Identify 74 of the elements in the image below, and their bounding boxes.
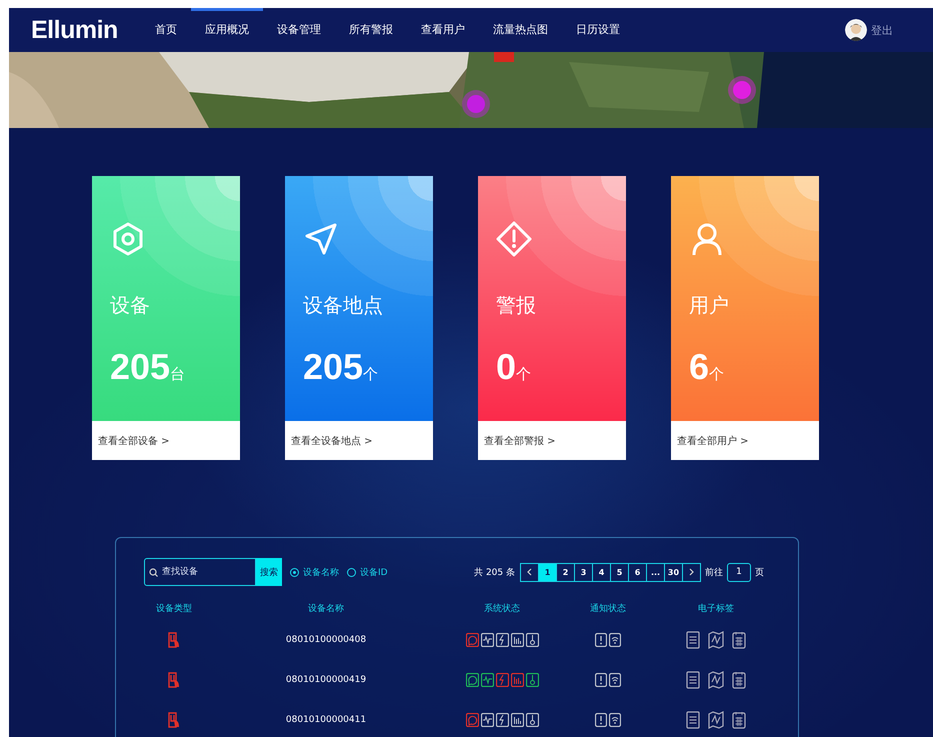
nav-tab[interactable]: 查看用户 xyxy=(407,8,479,52)
device-type-icon xyxy=(168,632,180,648)
page-button[interactable]: 5 xyxy=(611,564,629,580)
map-icon xyxy=(708,711,724,729)
column-header: 电子标签 xyxy=(697,602,735,616)
calendar-icon xyxy=(732,711,746,729)
count-unit: 台 xyxy=(170,365,186,384)
card-title: 用户 xyxy=(689,293,730,317)
page-input[interactable]: 1 xyxy=(727,562,751,582)
exclamation-icon xyxy=(595,633,607,647)
nav-tab[interactable]: 首页 xyxy=(141,8,191,52)
avatar-icon xyxy=(845,19,867,41)
warning-icon xyxy=(496,221,532,257)
column-header: 设备名称 xyxy=(307,602,345,616)
view-all-link[interactable]: 查看全部用户 > xyxy=(677,434,749,448)
column-header: 通知状态 xyxy=(589,602,627,616)
radio-button[interactable] xyxy=(290,568,299,576)
map-icon xyxy=(708,631,724,649)
logout-link[interactable]: 登出 xyxy=(871,22,893,38)
chevron-right-icon xyxy=(689,568,694,576)
goto-label: 前往 xyxy=(705,566,723,578)
device-type-icon xyxy=(168,672,180,688)
exclamation-icon xyxy=(595,713,607,727)
device-name: 08010100000419 xyxy=(284,674,368,687)
nav-tab[interactable]: 设备管理 xyxy=(263,8,335,52)
search-icon xyxy=(149,568,158,577)
search-button[interactable]: 搜索 xyxy=(256,558,282,586)
nav-tab[interactable]: 流量热点图 xyxy=(479,8,562,52)
count-value: 205 xyxy=(110,347,170,387)
document-icon xyxy=(686,671,700,689)
card-title: 设备 xyxy=(110,293,151,317)
calendar-icon xyxy=(732,671,746,689)
view-all-link[interactable]: 查看全部警报 > xyxy=(484,434,556,448)
page-button[interactable]: 4 xyxy=(593,564,611,580)
calendar-icon xyxy=(732,631,746,649)
radio-button[interactable] xyxy=(347,568,356,576)
document-icon xyxy=(686,711,700,729)
page-button[interactable]: 2 xyxy=(557,564,575,580)
page-button[interactable]: 6 xyxy=(629,564,647,580)
page-button[interactable]: 3 xyxy=(575,564,593,580)
arrow-pointer-icon xyxy=(303,221,339,257)
page-button[interactable]: 30 xyxy=(665,564,683,580)
column-header: 系统状态 xyxy=(483,602,521,616)
page-button[interactable]: 1 xyxy=(539,564,557,580)
column-header: 设备类型 xyxy=(155,602,193,616)
count-unit: 个 xyxy=(363,365,378,384)
view-all-link[interactable]: 查看全部设备 > xyxy=(98,434,170,448)
count-value: 205 xyxy=(303,347,364,387)
wifi-icon xyxy=(609,713,621,727)
nav-tab[interactable]: 所有警报 xyxy=(335,8,407,52)
map-icon xyxy=(708,671,724,689)
device-name: 08010100000411 xyxy=(284,714,368,727)
count-value: 0 xyxy=(496,347,516,387)
page-suffix: 页 xyxy=(755,566,764,578)
wifi-icon xyxy=(609,673,621,687)
wifi-icon xyxy=(609,633,621,647)
device-name: 08010100000408 xyxy=(284,634,368,647)
count-unit: 个 xyxy=(709,365,724,384)
exclamation-icon xyxy=(595,673,607,687)
device-type-icon xyxy=(168,712,180,728)
count-unit: 个 xyxy=(516,365,532,384)
chevron-left-icon xyxy=(527,568,532,576)
total-count: 共 205 条 xyxy=(474,566,515,578)
document-icon xyxy=(686,631,700,649)
card-title: 警报 xyxy=(496,293,537,317)
card-title: 设备地点 xyxy=(303,293,384,317)
page-button[interactable]: ... xyxy=(647,564,665,580)
nav-tab[interactable]: 日历设置 xyxy=(562,8,634,52)
search-field[interactable]: 查找设备 xyxy=(144,558,256,586)
count-value: 6 xyxy=(689,347,710,387)
logo: Ellumin xyxy=(31,16,119,44)
view-all-link[interactable]: 查看全设备地点 > xyxy=(291,434,373,448)
radio-label: 设备名称 xyxy=(303,566,339,578)
radio-label: 设备ID xyxy=(360,566,388,578)
